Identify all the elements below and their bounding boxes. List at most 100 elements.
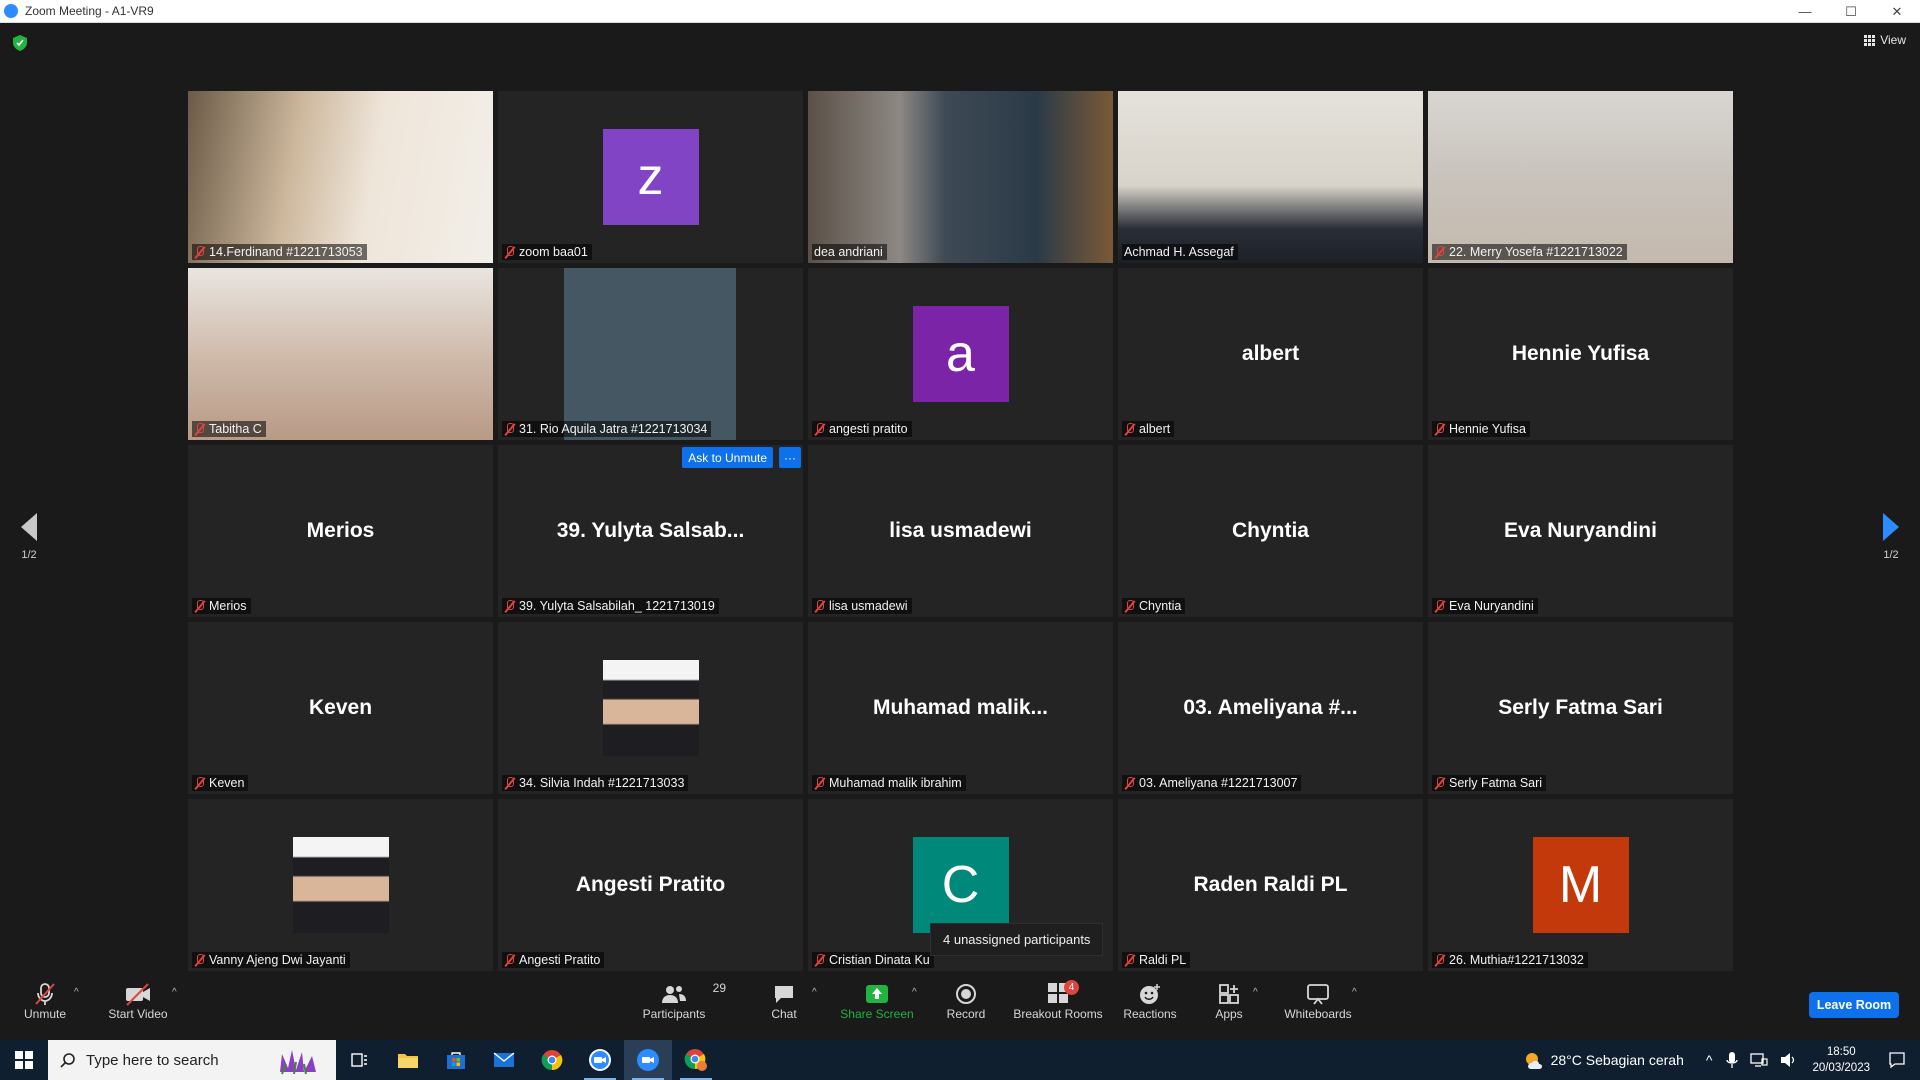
page-indicator-left: 1/2 (21, 549, 37, 561)
participant-name: Chyntia (1139, 599, 1182, 613)
share-screen-button[interactable]: Share Screen (840, 981, 914, 1021)
chat-button[interactable]: Chat (766, 981, 802, 1021)
file-explorer-button[interactable] (384, 1040, 432, 1080)
weather-text[interactable]: 28°C Sebagian cerah (1551, 1052, 1684, 1068)
breakout-rooms-button[interactable]: 4 Breakout Rooms (1012, 979, 1104, 1021)
microsoft-store-icon (447, 1052, 465, 1069)
participant-name-label: dea andriani (812, 244, 887, 260)
participant-tile[interactable]: Vanny Ajeng Dwi Jayanti (188, 799, 493, 971)
participant-tile[interactable]: Muhamad malik... Muhamad malik ibrahim (808, 622, 1113, 794)
participant-display-name: Hennie Yufisa (1511, 342, 1650, 365)
participant-tile[interactable]: Eva Nuryandini Eva Nuryandini (1428, 445, 1733, 617)
apps-options-caret-icon[interactable]: ^ (1253, 987, 1258, 998)
microphone-muted-icon (194, 599, 205, 613)
next-page-button[interactable]: 1/2 (1876, 513, 1906, 561)
chrome-profile-button[interactable] (672, 1040, 720, 1080)
participant-video (1428, 91, 1733, 263)
participant-video (808, 91, 1113, 263)
clock[interactable]: 18:50 20/03/2023 (1812, 1044, 1870, 1076)
task-view-button[interactable] (336, 1040, 384, 1080)
participant-tile[interactable]: Keven Keven (188, 622, 493, 794)
apps-icon (1212, 981, 1246, 1007)
participant-name-label: Achmad H. Assegaf (1122, 244, 1238, 260)
participant-tile[interactable]: Achmad H. Assegaf (1118, 91, 1423, 263)
chrome-profile-icon (684, 1049, 707, 1071)
view-button[interactable]: View (1864, 33, 1906, 47)
whiteboards-button[interactable]: Whiteboards (1282, 981, 1354, 1021)
unmute-button[interactable]: Unmute (22, 981, 68, 1021)
microphone-muted-icon (504, 776, 515, 790)
start-video-button[interactable]: Start Video (108, 981, 168, 1021)
network-icon[interactable] (1750, 1052, 1769, 1068)
reactions-smiley-icon (1122, 981, 1178, 1007)
more-options-button[interactable]: ··· (779, 447, 801, 468)
chrome-button[interactable] (528, 1040, 576, 1080)
minimize-button[interactable]: — (1782, 0, 1828, 23)
video-options-caret-icon[interactable]: ^ (172, 987, 177, 998)
participant-tile[interactable]: Raden Raldi PL Raldi PL (1118, 799, 1423, 971)
participant-tile[interactable]: M 26. Muthia#1221713032 (1428, 799, 1733, 971)
participants-button[interactable]: 29 Participants (640, 981, 726, 1021)
chat-icon (766, 981, 802, 1007)
participant-tile[interactable]: Serly Fatma Sari Serly Fatma Sari (1428, 622, 1733, 794)
participant-name: lisa usmadewi (829, 599, 908, 613)
participant-tile[interactable]: z zoom baa01 (498, 91, 803, 263)
microphone-muted-icon (194, 953, 205, 967)
maximize-button[interactable]: ☐ (1828, 0, 1874, 23)
microsoft-store-button[interactable] (432, 1040, 480, 1080)
participant-avatar: a (912, 306, 1009, 402)
participant-tile[interactable]: 39. Yulyta Salsab... Ask to Unmute ··· 39. … (498, 445, 803, 617)
participant-tile[interactable]: 14.Ferdinand #1221713053 (188, 91, 493, 263)
encryption-shield-icon[interactable] (13, 35, 27, 51)
participant-display-name: Muhamad malik... (872, 696, 1049, 719)
leave-room-button[interactable]: Leave Room (1809, 992, 1899, 1018)
reactions-button[interactable]: Reactions (1122, 981, 1178, 1021)
whiteboard-options-caret-icon[interactable]: ^ (1352, 987, 1357, 998)
participant-tile[interactable]: Hennie Yufisa Hennie Yufisa (1428, 268, 1733, 440)
zoom-taskbar-button[interactable] (576, 1040, 624, 1080)
participant-tile[interactable]: lisa usmadewi lisa usmadewi (808, 445, 1113, 617)
ask-to-unmute-button[interactable]: Ask to Unmute (682, 447, 773, 468)
start-button[interactable] (0, 1040, 48, 1080)
microphone-tray-icon[interactable] (1726, 1051, 1739, 1069)
participant-tile[interactable]: Angesti Pratito Angesti Pratito (498, 799, 803, 971)
arrow-left-icon (21, 513, 37, 541)
task-view-icon (351, 1053, 367, 1067)
notifications-icon[interactable] (1888, 1051, 1906, 1069)
participant-name: Muhamad malik ibrahim (829, 776, 962, 790)
zoom-meeting-taskbar-button[interactable] (624, 1040, 672, 1080)
taskbar-search-box[interactable]: Type here to search (48, 1040, 336, 1080)
participant-display-name: Chyntia (1231, 519, 1309, 542)
apps-button[interactable]: Apps (1212, 981, 1246, 1021)
participant-tile[interactable]: 22. Merry Yosefa #1221713022 (1428, 91, 1733, 263)
participant-profile-picture (292, 837, 389, 933)
speaker-volume-icon[interactable] (1780, 1052, 1798, 1068)
file-explorer-icon (398, 1054, 418, 1068)
chat-options-caret-icon[interactable]: ^ (812, 987, 817, 998)
share-options-caret-icon[interactable]: ^ (912, 987, 917, 998)
close-window-button[interactable]: ✕ (1874, 0, 1920, 23)
participant-name: Angesti Pratito (519, 953, 601, 967)
participant-tile[interactable]: 31. Rio Aquila Jatra #1221713034 (498, 268, 803, 440)
microphone-muted-icon (1434, 422, 1445, 436)
participant-name-label: Serly Fatma Sari (1432, 775, 1547, 791)
participant-name-label: 31. Rio Aquila Jatra #1221713034 (502, 421, 712, 437)
participant-tile[interactable]: dea andriani (808, 91, 1113, 263)
participant-name-label: Eva Nuryandini (1432, 598, 1538, 614)
participant-video (1118, 91, 1423, 263)
previous-page-button[interactable]: 1/2 (14, 513, 44, 561)
system-tray: 28°C Sebagian cerah ^ 18:50 20/03/2023 (1523, 1040, 1920, 1080)
participant-tile[interactable]: albert albert (1118, 268, 1423, 440)
mail-button[interactable] (480, 1040, 528, 1080)
participant-tile[interactable]: Chyntia Chyntia (1118, 445, 1423, 617)
participant-tile[interactable]: Merios Merios (188, 445, 493, 617)
audio-options-caret-icon[interactable]: ^ (74, 987, 79, 998)
apps-label: Apps (1215, 1007, 1243, 1021)
show-hidden-icons-chevron-icon[interactable]: ^ (1706, 1052, 1713, 1068)
participant-tile[interactable]: Tabitha C (188, 268, 493, 440)
participant-tile[interactable]: 03. Ameliyana #... 03. Ameliyana #1221713… (1118, 622, 1423, 794)
record-button[interactable]: Record (944, 981, 988, 1021)
participant-tile[interactable]: 34. Silvia Indah #1221713033 (498, 622, 803, 794)
participant-tile[interactable]: a angesti pratito (808, 268, 1113, 440)
weather-icon[interactable] (1523, 1049, 1545, 1071)
